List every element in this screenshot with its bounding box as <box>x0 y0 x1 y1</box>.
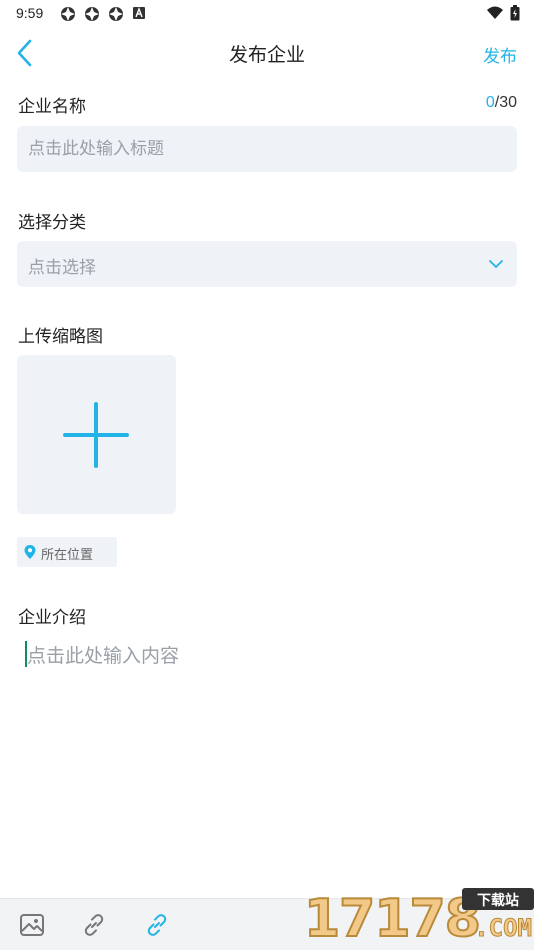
thumbnail-upload-button[interactable] <box>17 355 176 514</box>
site-watermark: 17178 下载站 .COM <box>303 888 534 950</box>
status-bar: 9:59 <box>0 0 534 28</box>
category-placeholder: 点击选择 <box>28 258 96 278</box>
link-icon <box>84 914 104 936</box>
page-title: 发布企业 <box>228 44 305 66</box>
thumbnail-label: 上传缩略图 <box>18 327 103 347</box>
insert-image-button[interactable] <box>18 911 46 939</box>
notification-icon <box>61 7 75 21</box>
intro-label: 企业介绍 <box>18 608 86 628</box>
intro-placeholder: 点击此处输入内容 <box>27 645 180 667</box>
insert-link-button[interactable] <box>80 911 108 939</box>
category-label: 选择分类 <box>18 213 86 233</box>
location-text: 所在位置 <box>41 548 94 563</box>
location-pin-icon <box>24 545 36 559</box>
a-badge-icon <box>133 7 145 19</box>
wifi-icon <box>487 6 503 19</box>
publish-button[interactable]: 发布 <box>483 42 517 67</box>
intro-editor[interactable]: 点击此处输入内容 <box>24 640 514 870</box>
battery-icon <box>510 5 520 21</box>
company-name-input[interactable] <box>17 126 517 172</box>
char-counter-current: 0 <box>485 94 495 111</box>
watermark-suffix: .COM <box>474 914 533 943</box>
link-active-icon <box>147 914 167 936</box>
image-icon <box>20 914 44 936</box>
notification-icon <box>109 7 123 21</box>
notification-icon <box>85 7 99 21</box>
status-system-icons <box>486 5 520 21</box>
watermark-number: 17178 <box>303 889 482 949</box>
chevron-down-icon <box>489 260 503 268</box>
char-counter: 0/30 <box>486 94 517 112</box>
location-button[interactable]: 所在位置 <box>17 537 117 567</box>
category-select[interactable]: 点击选择 <box>17 241 517 287</box>
company-name-field[interactable] <box>17 126 517 172</box>
app-header: 发布企业 发布 <box>0 28 534 78</box>
status-notification-icons <box>60 6 146 22</box>
insert-link-active-button[interactable] <box>143 911 171 939</box>
char-counter-max: /30 <box>494 94 517 111</box>
watermark-badge: 下载站 <box>462 888 534 910</box>
watermark-badge-text: 下载站 <box>477 893 519 909</box>
status-time: 9:59 <box>16 5 44 21</box>
company-name-label: 企业名称 <box>18 97 86 117</box>
